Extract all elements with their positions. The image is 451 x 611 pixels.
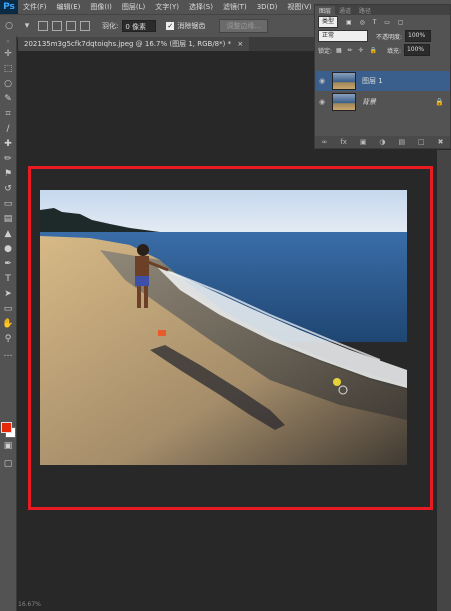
dodge-tool-icon[interactable]: ● [0,241,16,256]
antialias-label: 消除锯齿 [177,22,206,30]
collapse-icon[interactable]: » [0,36,16,46]
layer-style-icon[interactable]: fx [340,138,347,146]
add-mask-icon[interactable]: ▣ [360,138,367,146]
foreground-color-swatch[interactable] [1,422,12,433]
chevron-down-icon[interactable]: ▾ [21,20,33,32]
quick-select-tool-icon[interactable]: ✎ [0,91,16,106]
lock-icon: 🔒 [435,98,444,106]
fill-input[interactable]: 100% [403,44,430,56]
layer-name: 图层 1 [362,77,383,85]
subtract-selection-icon[interactable] [66,21,76,31]
screen-mode-icon[interactable]: ▢ [0,456,16,471]
close-tab-icon[interactable]: × [237,40,243,48]
fill-label: 填充: [386,47,401,55]
menu-layer[interactable]: 图层(L) [117,2,150,12]
layer-thumbnail [332,72,356,90]
link-layers-icon[interactable]: ∞ [321,138,327,146]
gradient-tool-icon[interactable]: ▤ [0,211,16,226]
intersect-selection-icon[interactable] [80,21,90,31]
new-selection-icon[interactable] [38,21,48,31]
visibility-eye-icon[interactable]: ◉ [316,98,328,106]
document-tab[interactable]: 202135m3g5cfk7dqtoiqhs.jpeg @ 16.7% (图层 … [18,37,250,51]
shape-tool-icon[interactable]: ▭ [0,301,16,316]
new-layer-icon[interactable]: □ [418,138,425,146]
blend-mode-select[interactable]: 正常 [318,30,368,42]
menu-select[interactable]: 选择(S) [184,2,218,12]
tab-channels[interactable]: 通道 [335,6,355,15]
blur-tool-icon[interactable]: ▲ [0,226,16,241]
zoom-tool-icon[interactable]: ⚲ [0,331,16,346]
lock-row: 锁定: ▦ ✏ ✛ 🔒 填充: 100% [315,43,450,57]
hand-tool-icon[interactable]: ✋ [0,316,16,331]
visibility-eye-icon[interactable]: ◉ [316,77,328,85]
layers-panel-footer: ∞ fx ▣ ◑ ▤ □ ✖ [315,136,450,148]
quick-mask-icon[interactable]: ▣ [0,438,16,453]
status-zoom: 16.67% [18,601,41,608]
eyedropper-tool-icon[interactable]: ∕ [0,121,16,136]
lock-icons[interactable]: ▦ ✏ ✛ 🔒 [336,47,379,54]
layer-name: 背景 [362,98,376,106]
clone-stamp-tool-icon[interactable]: ⚑ [0,166,16,181]
path-select-tool-icon[interactable]: ➤ [0,286,16,301]
layer-thumbnail [332,93,356,111]
layer-row-background[interactable]: ◉ 背景 🔒 [316,92,450,112]
eraser-tool-icon[interactable]: ▭ [0,196,16,211]
layers-panel: 图层 通道 路径 类型 ▣ ◎ T ▭ ▢ 正常 不透明度: 100% 锁定: … [314,4,451,149]
document-tab-bar: 202135m3g5cfk7dqtoiqhs.jpeg @ 16.7% (图层 … [18,37,314,51]
lock-label: 锁定: [318,47,333,55]
brush-tool-icon[interactable]: ✏ [0,151,16,166]
new-group-icon[interactable]: ▤ [398,138,405,146]
highlight-frame [28,166,433,510]
tab-paths[interactable]: 路径 [355,6,375,15]
menu-filter[interactable]: 滤镜(T) [218,2,252,12]
panel-dock-strip [437,150,451,611]
tab-layers[interactable]: 图层 [315,5,336,15]
move-tool-icon[interactable]: ✛ [0,46,16,61]
layer-row-1[interactable]: ◉ 图层 1 [316,71,450,91]
menu-edit[interactable]: 编辑(E) [52,2,86,12]
menu-3d[interactable]: 3D(D) [252,3,283,11]
layer-filter-row: 类型 ▣ ◎ T ▭ ▢ [315,15,450,29]
healing-brush-tool-icon[interactable]: ✚ [0,136,16,151]
antialias-checkbox[interactable]: ✓ [166,22,175,30]
more-tools-icon[interactable]: … [0,346,16,361]
lasso-tool-icon[interactable]: ○ [3,20,15,32]
menu-file[interactable]: 文件(F) [18,2,52,12]
menu-image[interactable]: 图像(I) [85,2,117,12]
feather-input[interactable]: 0 像素 [122,20,157,32]
document-tab-title: 202135m3g5cfk7dqtoiqhs.jpeg @ 16.7% (图层 … [24,40,232,48]
tools-panel: » ✛ ⬚ ○ ✎ ⌗ ∕ ✚ ✏ ⚑ ↺ ▭ ▤ ▲ ● ✒ T ➤ ▭ ✋ … [0,36,17,611]
lasso-tool-icon[interactable]: ○ [0,76,16,91]
add-selection-icon[interactable] [52,21,62,31]
blend-row: 正常 不透明度: 100% [315,29,450,43]
opacity-input[interactable]: 100% [405,30,432,42]
layers-panel-tabs: 图层 通道 路径 [315,5,450,15]
menu-type[interactable]: 文字(Y) [150,2,184,12]
marquee-tool-icon[interactable]: ⬚ [0,61,16,76]
history-brush-tool-icon[interactable]: ↺ [0,181,16,196]
filter-icons[interactable]: ▣ ◎ T ▭ ▢ [346,19,407,26]
adjustment-layer-icon[interactable]: ◑ [379,138,385,146]
delete-layer-icon[interactable]: ✖ [438,138,444,146]
photoshop-logo: Ps [0,0,18,14]
menu-view[interactable]: 视图(V) [282,2,316,12]
filter-kind-select[interactable]: 类型 [318,16,339,28]
opacity-label: 不透明度: [376,33,403,41]
type-tool-icon[interactable]: T [0,271,16,286]
crop-tool-icon[interactable]: ⌗ [0,106,16,121]
feather-label: 羽化: [102,22,119,30]
refine-edge-button[interactable]: 调整边缘... [219,19,269,33]
pen-tool-icon[interactable]: ✒ [0,256,16,271]
